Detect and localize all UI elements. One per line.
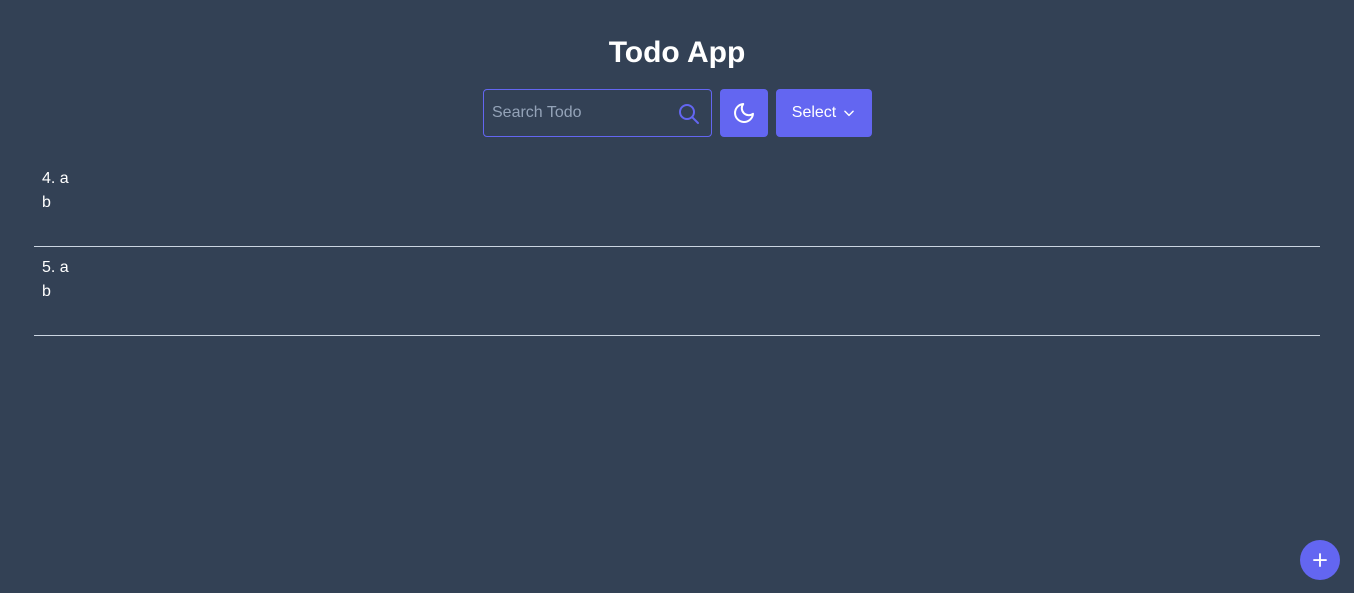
todo-title-line: 4. a: [42, 167, 1312, 191]
plus-icon: [1313, 553, 1327, 567]
todo-title: a: [59, 259, 69, 276]
todo-description: b: [42, 283, 51, 300]
filter-select-button[interactable]: Select: [776, 89, 872, 137]
todo-item[interactable]: 4. a b: [34, 158, 1320, 247]
page-title: Todo App: [608, 36, 746, 69]
add-todo-button[interactable]: [1300, 540, 1340, 580]
search-box: [483, 89, 712, 137]
todo-list: 4. a b 5. a b: [34, 158, 1320, 336]
moon-icon: [734, 103, 754, 123]
chevron-down-icon: [844, 110, 855, 117]
theme-toggle-button[interactable]: [720, 89, 768, 137]
todo-title: a: [59, 170, 69, 187]
search-icon[interactable]: [677, 102, 701, 126]
todo-number: 4.: [42, 170, 56, 187]
todo-title-line: 5. a: [42, 256, 1312, 280]
toolbar: Select: [483, 89, 872, 137]
todo-number: 5.: [42, 259, 56, 276]
todo-description: b: [42, 194, 51, 211]
todo-item[interactable]: 5. a b: [34, 247, 1320, 336]
todo-app: Todo App Select 4. a b 5. a: [0, 0, 1354, 593]
select-label: Select: [791, 104, 837, 121]
